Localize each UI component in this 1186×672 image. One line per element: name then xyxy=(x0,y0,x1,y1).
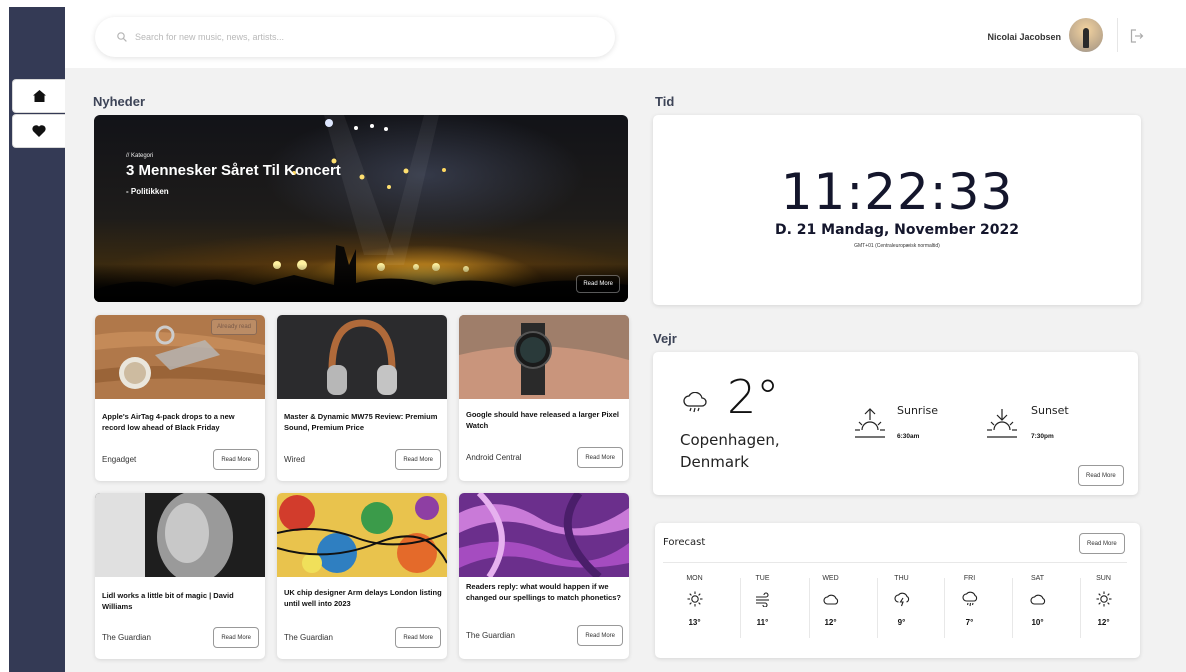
user-name: Nicolai Jacobsen xyxy=(987,32,1061,42)
card-title[interactable]: Lidl works a little bit of magic | David… xyxy=(102,590,260,613)
clock-panel: 11:22:33 D. 21 Mandag, November 2022 GMT… xyxy=(653,115,1141,305)
card-source: Engadget xyxy=(102,455,137,464)
cloud-icon xyxy=(1029,594,1045,605)
heart-icon xyxy=(32,125,46,137)
read-more-button[interactable]: Read More xyxy=(395,449,441,470)
sun-icon xyxy=(1096,591,1111,607)
read-more-button[interactable]: Read More xyxy=(577,447,623,468)
card-source: Android Central xyxy=(466,453,522,462)
nav-home-button[interactable] xyxy=(12,79,65,113)
news-card[interactable]: UK chip designer Arm delays London listi… xyxy=(277,493,447,659)
sunrise-time: 6:30am xyxy=(897,433,920,440)
forecast-panel: Forecast Read More MON 13° TUE 11° WED 1… xyxy=(655,523,1140,658)
search-icon xyxy=(117,32,127,42)
forecast-day: FRI 7° xyxy=(935,575,1004,641)
card-title[interactable]: Apple's AirTag 4-pack drops to a new rec… xyxy=(102,411,260,434)
weather-read-more-button[interactable]: Read More xyxy=(1078,465,1124,486)
sunrise-label: Sunrise xyxy=(897,404,939,417)
news-heading: Nyheder xyxy=(93,94,146,109)
clock-date: D. 21 Mandag, November 2022 xyxy=(774,222,1019,238)
headphones-image xyxy=(277,315,447,399)
news-card[interactable]: Readers reply: what would happen if we c… xyxy=(459,493,629,659)
thunder-icon xyxy=(893,592,909,607)
card-title[interactable]: Readers reply: what would happen if we c… xyxy=(466,581,624,604)
hero-read-more-button[interactable]: Read More xyxy=(576,275,620,293)
weather-heading: Vejr xyxy=(653,331,677,346)
already-read-badge: Already read xyxy=(210,319,257,335)
watch-image xyxy=(459,315,629,399)
forecast-day: TUE 11° xyxy=(755,575,770,627)
home-icon xyxy=(32,90,46,102)
wind-icon xyxy=(755,592,769,608)
sun-icon xyxy=(687,591,702,607)
hero-source: - Politikken xyxy=(126,187,169,196)
forecast-day: WED 12° xyxy=(822,575,839,627)
forecast-read-more-button[interactable]: Read More xyxy=(1079,533,1125,554)
card-source: The Guardian xyxy=(466,631,515,640)
clock-timezone: GMT+01 (Centraleuropæisk normaltid) xyxy=(854,243,940,249)
forecast-day: SUN 12° xyxy=(1096,575,1111,627)
news-card[interactable]: Already read Apple's AirTag 4-pack drops… xyxy=(95,315,265,481)
read-more-button[interactable]: Read More xyxy=(213,627,259,648)
hero-category: // Kategori xyxy=(126,153,154,159)
rain-cloud-icon xyxy=(961,591,977,607)
forecast-day: SAT 10° xyxy=(1029,575,1045,627)
avatar[interactable] xyxy=(1069,18,1103,52)
card-title[interactable]: UK chip designer Arm delays London listi… xyxy=(284,587,442,610)
search-input[interactable] xyxy=(135,32,575,42)
search-bar[interactable] xyxy=(95,17,615,57)
read-more-button[interactable]: Read More xyxy=(213,449,259,470)
forecast-day: THU 9° xyxy=(893,575,909,627)
weather-panel: 2° Copenhagen, Denmark Sunrise 6:30am Su… xyxy=(653,352,1138,495)
nav-favorites-button[interactable] xyxy=(12,114,65,148)
card-title[interactable]: Master & Dynamic MW75 Review: Premium So… xyxy=(284,411,442,434)
sunset-time: 7:30pm xyxy=(1031,433,1054,440)
card-source: Wired xyxy=(284,455,305,464)
news-card[interactable]: Google should have released a larger Pix… xyxy=(459,315,629,481)
card-source: The Guardian xyxy=(284,633,333,642)
forecast-heading: Forecast xyxy=(663,537,706,548)
news-card[interactable]: Master & Dynamic MW75 Review: Premium So… xyxy=(277,315,447,481)
divider xyxy=(1117,18,1118,52)
sunset-icon xyxy=(987,409,1017,438)
forecast-day: MON 13° xyxy=(686,575,703,627)
read-more-button[interactable]: Read More xyxy=(395,627,441,648)
marble-image xyxy=(459,493,629,577)
sunset-label: Sunset xyxy=(1031,404,1069,417)
card-source: The Guardian xyxy=(102,633,151,642)
time-heading: Tid xyxy=(655,94,675,109)
sunrise-icon xyxy=(855,408,885,438)
rain-cloud-icon xyxy=(683,392,707,413)
read-more-button[interactable]: Read More xyxy=(577,625,623,646)
portrait-image xyxy=(95,493,265,577)
hero-news-card[interactable]: // Kategori 3 Mennesker Såret Til Koncer… xyxy=(94,115,628,302)
hero-headline[interactable]: 3 Mennesker Såret Til Koncert xyxy=(126,162,341,179)
logout-icon[interactable] xyxy=(1130,29,1144,43)
card-title[interactable]: Google should have released a larger Pix… xyxy=(466,409,624,432)
news-card[interactable]: Lidl works a little bit of magic | David… xyxy=(95,493,265,659)
weather-city: Copenhagen, Denmark xyxy=(680,431,780,471)
current-temperature: 2° xyxy=(727,370,780,424)
clock-time: 11:22:33 xyxy=(780,163,1014,221)
cloud-icon xyxy=(822,594,838,605)
graffiti-image xyxy=(277,493,447,577)
